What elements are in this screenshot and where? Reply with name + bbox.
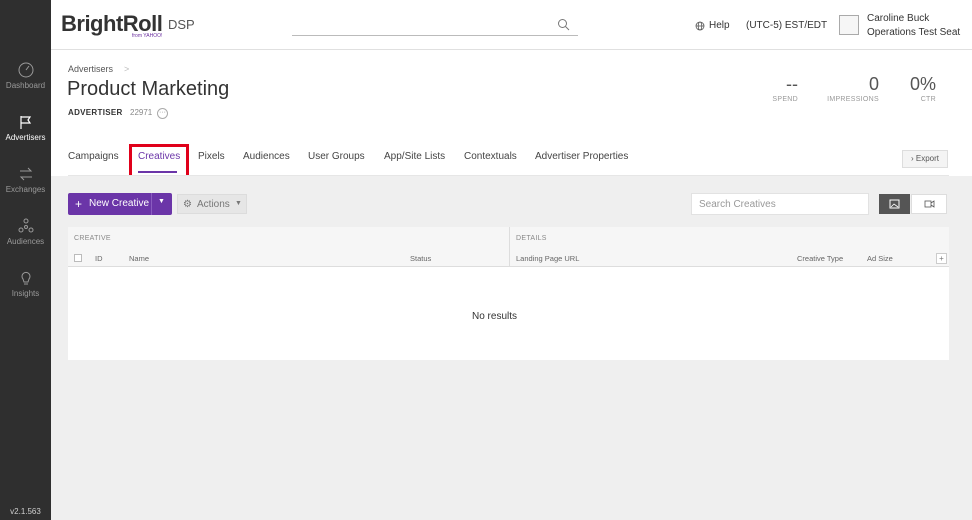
plus-icon: + (75, 197, 83, 211)
logo-suffix: DSP (168, 17, 195, 32)
tab-contextuals[interactable]: Contextuals (464, 151, 517, 162)
avatar[interactable] (839, 15, 859, 35)
empty-message: No results (471, 311, 517, 322)
sidebar-item-insights[interactable]: Insights (0, 270, 51, 298)
new-creative-label: New Creative (89, 198, 150, 209)
timezone-selector[interactable]: (UTC-5) EST/EDT (746, 20, 827, 31)
spend-value: -- (786, 74, 798, 94)
col-id[interactable]: ID (95, 254, 103, 263)
gear-icon: ⚙ (183, 199, 192, 210)
sidebar-item-audiences[interactable]: Audiences (0, 218, 51, 246)
search-icon[interactable] (557, 18, 570, 31)
flag-icon (19, 116, 31, 129)
col-status[interactable]: Status (410, 254, 431, 263)
search-creatives-input[interactable] (691, 193, 869, 215)
breadcrumb[interactable]: Advertisers (68, 64, 113, 74)
actions-dropdown[interactable]: ⚙ Actions ▼ (177, 194, 247, 214)
help-label: Help (709, 20, 730, 31)
logo-sub: from YAHOO! (132, 33, 163, 39)
version-label: v2.1.563 (10, 507, 41, 516)
sidebar: Dashboard Advertisers Exchanges Audience… (0, 0, 51, 520)
ctr-stat: 0% CTR (896, 74, 936, 103)
actions-label: Actions (197, 199, 230, 210)
table-header: CREATIVE DETAILS ID Name Status Landing … (68, 227, 949, 267)
new-creative-button[interactable]: + New Creative ▼ (68, 193, 172, 215)
user-seat[interactable]: Operations Test Seat (867, 27, 960, 38)
sidebar-item-label: Audiences (6, 237, 45, 246)
page-title: Product Marketing (67, 78, 230, 100)
col-ad-size[interactable]: Ad Size (867, 254, 893, 263)
lightbulb-icon (21, 271, 30, 285)
col-landing-page-url[interactable]: Landing Page URL (516, 254, 579, 263)
tab-campaigns[interactable]: Campaigns (68, 151, 119, 162)
advertiser-id: 22971 (130, 108, 153, 117)
sidebar-item-dashboard[interactable]: Dashboard (0, 62, 51, 90)
impressions-label: IMPRESSIONS (827, 96, 879, 103)
export-button[interactable]: › Export (902, 150, 948, 168)
group-details: DETAILS (516, 235, 547, 242)
spend-label: SPEND (772, 96, 798, 103)
tab-app-site-lists[interactable]: App/Site Lists (384, 151, 445, 162)
ctr-label: CTR (920, 96, 936, 103)
gauge-icon (18, 62, 33, 78)
ctr-value: 0% (909, 74, 936, 94)
col-creative-type[interactable]: Creative Type (797, 254, 843, 263)
top-header: BrightRoll DSP from YAHOO! Help (UTC-5) … (51, 0, 972, 50)
tab-user-groups[interactable]: User Groups (308, 151, 365, 162)
chevron-right-icon: > (124, 64, 130, 74)
group-divider (509, 227, 510, 267)
advertiser-type-label: ADVERTISER (68, 108, 123, 117)
add-column-button[interactable]: + (936, 253, 947, 264)
image-icon (889, 199, 900, 209)
button-divider (151, 193, 152, 215)
export-label: Export (915, 154, 940, 163)
image-view-toggle[interactable] (879, 194, 910, 214)
arrows-exchange-icon (19, 167, 32, 181)
col-name[interactable]: Name (129, 254, 149, 263)
globe-icon (695, 21, 705, 30)
sidebar-item-label: Exchanges (5, 185, 46, 194)
sidebar-item-label: Insights (11, 289, 40, 298)
network-icon (18, 218, 33, 233)
select-all-checkbox[interactable] (74, 254, 82, 262)
video-view-toggle[interactable] (911, 194, 947, 214)
caret-down-icon[interactable]: ▼ (158, 198, 165, 205)
sidebar-item-exchanges[interactable]: Exchanges (0, 166, 51, 194)
help-link[interactable]: Help (695, 20, 730, 31)
sidebar-item-advertisers[interactable]: Advertisers (0, 114, 51, 142)
more-options-icon[interactable]: ··· (157, 108, 168, 119)
caret-down-icon: ▼ (235, 200, 242, 207)
impressions-value: 0 (868, 74, 879, 94)
impressions-stat: 0 IMPRESSIONS (822, 74, 879, 103)
global-search-input[interactable] (292, 35, 578, 36)
creatives-table: CREATIVE DETAILS ID Name Status Landing … (68, 227, 949, 360)
sidebar-item-label: Dashboard (5, 81, 46, 90)
sidebar-item-label: Advertisers (5, 133, 46, 142)
tab-pixels[interactable]: Pixels (198, 151, 225, 162)
tab-audiences[interactable]: Audiences (243, 151, 290, 162)
export-icon: › (910, 154, 914, 163)
user-name[interactable]: Caroline Buck (867, 13, 929, 24)
video-icon (924, 200, 935, 208)
spend-stat: -- SPEND (760, 74, 798, 103)
group-creative: CREATIVE (74, 235, 111, 242)
tab-advertiser-properties[interactable]: Advertiser Properties (535, 151, 628, 162)
